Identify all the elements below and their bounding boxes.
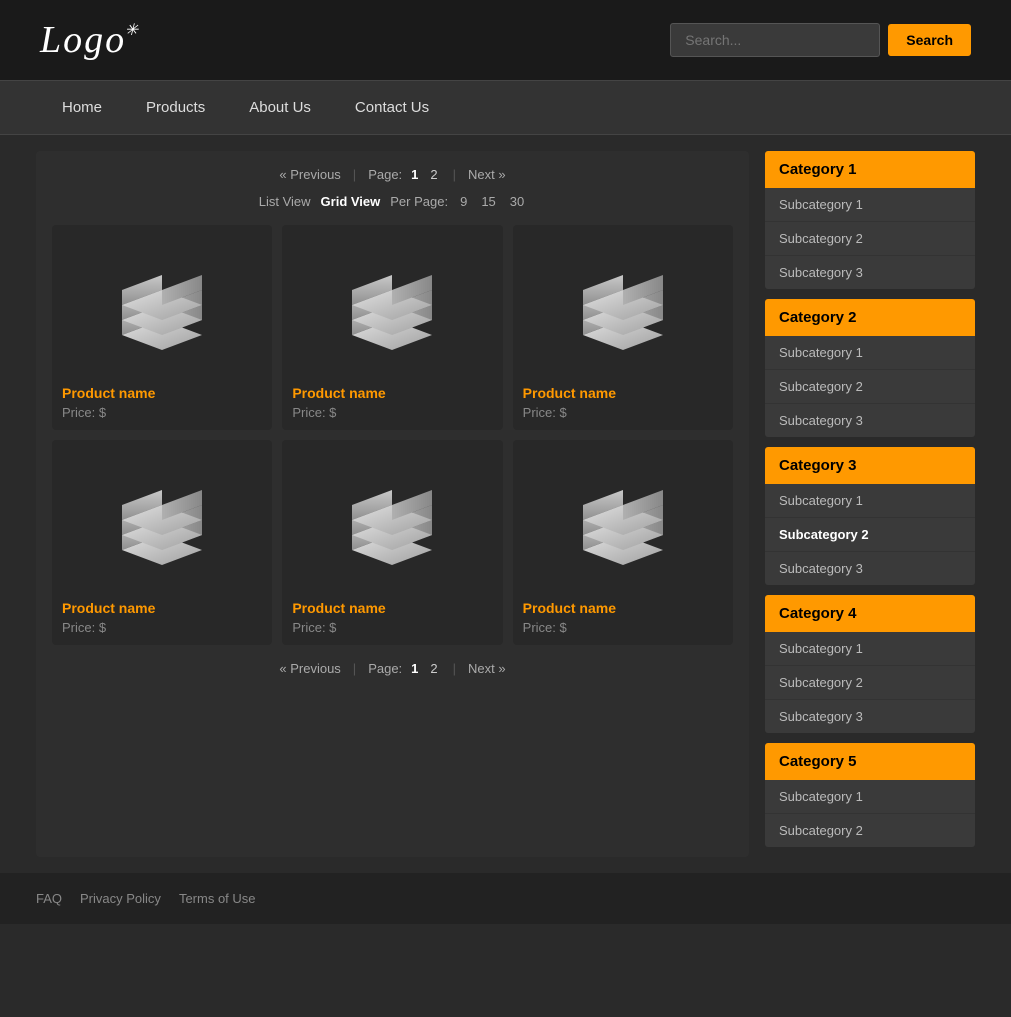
bottom-next-button[interactable]: Next » <box>468 661 506 676</box>
subcategory-4-2[interactable]: Subcategory 2 <box>765 666 975 700</box>
top-next-button[interactable]: Next » <box>468 167 506 182</box>
top-pagination: « Previous | Page: 1 2 | Next » <box>52 167 733 182</box>
grid-view-button[interactable]: Grid View <box>321 194 381 209</box>
main-content: « Previous | Page: 1 2 | Next » List Vie… <box>36 151 975 857</box>
product-image-3 <box>523 235 723 375</box>
footer-faq[interactable]: FAQ <box>36 891 62 906</box>
product-name-5: Product name <box>292 600 492 616</box>
products-area: « Previous | Page: 1 2 | Next » List Vie… <box>36 151 749 857</box>
main-nav: Home Products About Us Contact Us <box>0 80 1011 135</box>
footer-terms[interactable]: Terms of Use <box>179 891 256 906</box>
category-3-header[interactable]: Category 3 <box>765 447 975 484</box>
product-price-4: Price: $ <box>62 620 262 635</box>
subcategory-2-2[interactable]: Subcategory 2 <box>765 370 975 404</box>
category-block-4: Category 4 Subcategory 1 Subcategory 2 S… <box>765 595 975 733</box>
product-name-2: Product name <box>292 385 492 401</box>
nav-products[interactable]: Products <box>124 81 227 134</box>
search-area: Search <box>670 23 971 57</box>
product-card-3[interactable]: Product name Price: $ <box>513 225 733 430</box>
bottom-pagination: « Previous | Page: 1 2 | Next » <box>52 661 733 676</box>
search-input[interactable] <box>670 23 880 57</box>
product-image-6 <box>523 450 723 590</box>
nav-about[interactable]: About Us <box>227 81 333 134</box>
product-price-6: Price: $ <box>523 620 723 635</box>
subcategory-2-1[interactable]: Subcategory 1 <box>765 336 975 370</box>
product-card-1[interactable]: Product name Price: $ <box>52 225 272 430</box>
product-image-5 <box>292 450 492 590</box>
view-controls: List View Grid View Per Page: 9 15 30 <box>52 194 733 209</box>
logo: Logo <box>40 18 126 62</box>
per-page-30[interactable]: 30 <box>510 194 524 209</box>
product-price-5: Price: $ <box>292 620 492 635</box>
subcategory-1-3[interactable]: Subcategory 3 <box>765 256 975 289</box>
product-image-4 <box>62 450 262 590</box>
top-prev-button[interactable]: « Previous <box>279 167 340 182</box>
nav-contact[interactable]: Contact Us <box>333 81 451 134</box>
category-block-1: Category 1 Subcategory 1 Subcategory 2 S… <box>765 151 975 289</box>
category-block-3: Category 3 Subcategory 1 Subcategory 2 S… <box>765 447 975 585</box>
logo-text: Logo <box>40 19 126 61</box>
product-price-3: Price: $ <box>523 405 723 420</box>
search-button[interactable]: Search <box>888 24 971 56</box>
category-4-header[interactable]: Category 4 <box>765 595 975 632</box>
footer-privacy[interactable]: Privacy Policy <box>80 891 161 906</box>
product-name-1: Product name <box>62 385 262 401</box>
product-image-2 <box>292 235 492 375</box>
product-price-1: Price: $ <box>62 405 262 420</box>
product-grid: Product name Price: $ <box>52 225 733 645</box>
subcategory-5-2[interactable]: Subcategory 2 <box>765 814 975 847</box>
category-block-5: Category 5 Subcategory 1 Subcategory 2 <box>765 743 975 847</box>
subcategory-1-1[interactable]: Subcategory 1 <box>765 188 975 222</box>
sidebar: Category 1 Subcategory 1 Subcategory 2 S… <box>765 151 975 857</box>
product-card-2[interactable]: Product name Price: $ <box>282 225 502 430</box>
product-name-3: Product name <box>523 385 723 401</box>
bottom-page-2-button[interactable]: 2 <box>427 661 440 676</box>
bottom-prev-button[interactable]: « Previous <box>279 661 340 676</box>
subcategory-5-1[interactable]: Subcategory 1 <box>765 780 975 814</box>
per-page-9[interactable]: 9 <box>460 194 467 209</box>
product-name-6: Product name <box>523 600 723 616</box>
product-card-6[interactable]: Product name Price: $ <box>513 440 733 645</box>
product-card-4[interactable]: Product name Price: $ <box>52 440 272 645</box>
product-card-5[interactable]: Product name Price: $ <box>282 440 502 645</box>
per-page-label: Per Page: <box>390 194 448 209</box>
list-view-button[interactable]: List View <box>259 194 311 209</box>
page-label: Page: <box>368 167 402 182</box>
product-image-1 <box>62 235 262 375</box>
subcategory-3-3[interactable]: Subcategory 3 <box>765 552 975 585</box>
bottom-page-label: Page: <box>368 661 402 676</box>
subcategory-4-3[interactable]: Subcategory 3 <box>765 700 975 733</box>
category-1-header[interactable]: Category 1 <box>765 151 975 188</box>
subcategory-3-2[interactable]: Subcategory 2 <box>765 518 975 552</box>
category-2-header[interactable]: Category 2 <box>765 299 975 336</box>
page-1-button[interactable]: 1 <box>408 167 421 182</box>
subcategory-2-3[interactable]: Subcategory 3 <box>765 404 975 437</box>
product-name-4: Product name <box>62 600 262 616</box>
category-5-header[interactable]: Category 5 <box>765 743 975 780</box>
page-2-button[interactable]: 2 <box>427 167 440 182</box>
header: Logo Search <box>0 0 1011 80</box>
subcategory-3-1[interactable]: Subcategory 1 <box>765 484 975 518</box>
product-price-2: Price: $ <box>292 405 492 420</box>
nav-home[interactable]: Home <box>40 81 124 134</box>
footer: FAQ Privacy Policy Terms of Use <box>0 873 1011 924</box>
category-block-2: Category 2 Subcategory 1 Subcategory 2 S… <box>765 299 975 437</box>
subcategory-4-1[interactable]: Subcategory 1 <box>765 632 975 666</box>
bottom-page-1-button[interactable]: 1 <box>408 661 421 676</box>
subcategory-1-2[interactable]: Subcategory 2 <box>765 222 975 256</box>
per-page-15[interactable]: 15 <box>481 194 495 209</box>
